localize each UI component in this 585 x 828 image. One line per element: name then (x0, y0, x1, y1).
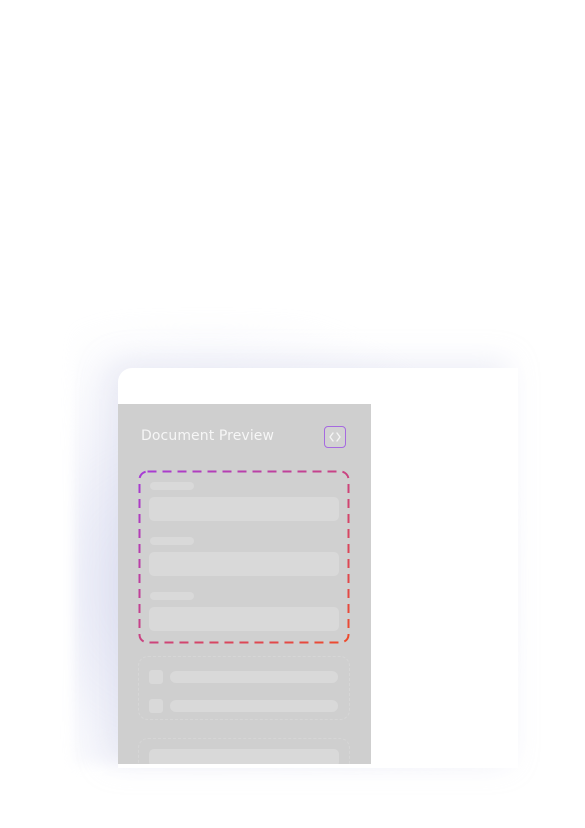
bottom-bar-placeholder (149, 749, 339, 764)
checkbox-label-placeholder (170, 700, 338, 712)
code-toggle-button[interactable] (324, 426, 346, 448)
checkbox-placeholder[interactable] (149, 699, 163, 713)
screenshot-stage: Document Preview (0, 0, 585, 828)
bottom-section (138, 738, 350, 764)
code-brackets-icon (329, 432, 341, 442)
checkbox-placeholder[interactable] (149, 670, 163, 684)
field-input-placeholder (149, 497, 339, 521)
field-label-placeholder (150, 537, 194, 545)
field-input-placeholder (149, 552, 339, 576)
field-input-placeholder (149, 607, 339, 631)
checkbox-section (138, 656, 350, 720)
highlighted-form-section[interactable] (138, 470, 350, 644)
field-label-placeholder (150, 482, 194, 490)
field-label-placeholder (150, 592, 194, 600)
panel-title: Document Preview (141, 428, 275, 444)
document-preview-panel: Document Preview (118, 404, 371, 764)
checkbox-label-placeholder (170, 671, 338, 683)
